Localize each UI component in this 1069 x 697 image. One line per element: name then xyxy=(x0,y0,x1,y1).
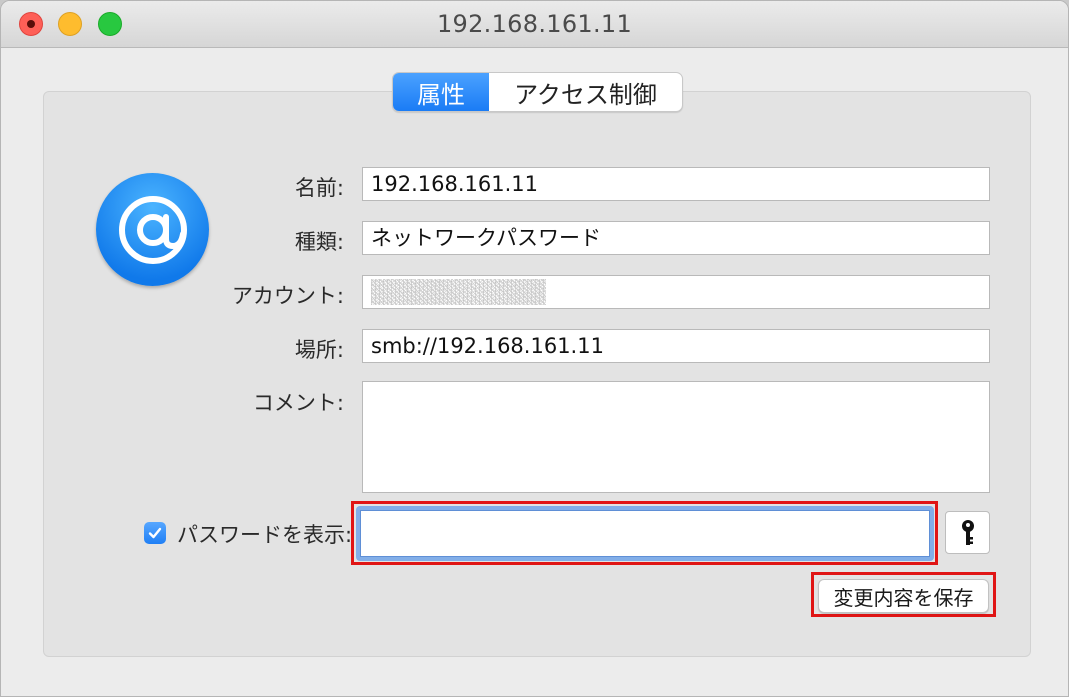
account-label: アカウント: xyxy=(231,284,344,308)
redacted-account-value xyxy=(371,279,546,305)
keychain-item-window: 192.168.161.11 属性 アクセス制御 名前: 192.168.161… xyxy=(0,0,1069,697)
tab-attributes[interactable]: 属性 xyxy=(393,73,489,111)
tab-access-control[interactable]: アクセス制御 xyxy=(489,73,682,111)
where-field[interactable]: smb://192.168.161.11 xyxy=(362,329,990,363)
name-field[interactable]: 192.168.161.11 xyxy=(362,167,990,201)
at-sign-glyph-icon xyxy=(118,195,187,264)
window-title: 192.168.161.11 xyxy=(436,10,633,38)
account-field[interactable] xyxy=(362,275,990,309)
save-changes-button[interactable]: 変更内容を保存 xyxy=(818,579,989,613)
tab-control: 属性 アクセス制御 xyxy=(392,72,683,112)
checkmark-icon xyxy=(148,527,162,539)
kind-label: 種類: xyxy=(294,230,344,254)
at-sign-icon xyxy=(96,173,209,286)
name-label: 名前: xyxy=(294,176,344,200)
comment-field[interactable] xyxy=(362,381,990,493)
show-password-label: パスワードを表示: xyxy=(177,523,353,547)
title-bar[interactable]: 192.168.161.11 xyxy=(1,1,1068,48)
where-label: 場所: xyxy=(294,338,344,362)
password-focus-ring xyxy=(356,506,934,561)
kind-field[interactable]: ネットワークパスワード xyxy=(362,221,990,255)
show-password-checkbox[interactable] xyxy=(144,522,166,544)
password-assistant-button[interactable] xyxy=(945,511,990,554)
password-field[interactable] xyxy=(360,510,930,557)
comment-label: コメント: xyxy=(252,391,344,415)
key-icon xyxy=(961,519,974,545)
